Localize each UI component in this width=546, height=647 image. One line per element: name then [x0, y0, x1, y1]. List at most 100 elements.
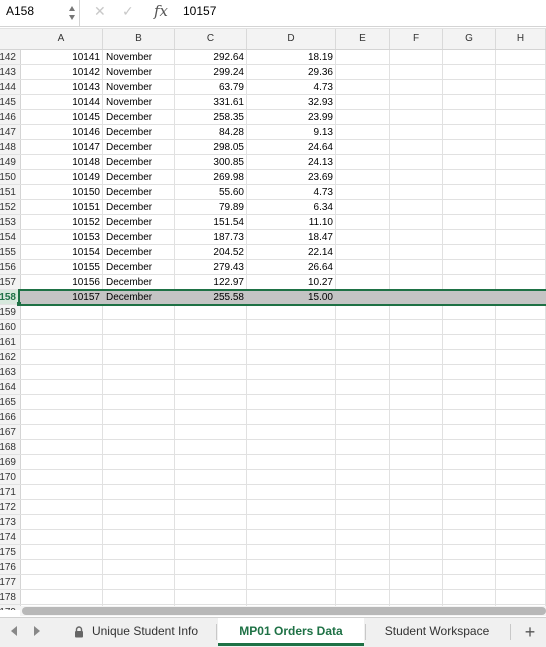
cell-b[interactable]: [103, 425, 175, 440]
cell-b[interactable]: [103, 455, 175, 470]
cell-a[interactable]: [20, 365, 103, 380]
cell-d[interactable]: 22.14: [247, 245, 336, 260]
row-header[interactable]: 165: [0, 395, 20, 410]
cell-d[interactable]: [247, 485, 336, 500]
cell-c[interactable]: 79.89: [175, 200, 247, 215]
cell-a[interactable]: 10145: [20, 110, 103, 125]
cell-d[interactable]: [247, 395, 336, 410]
tab-mp01-orders-data[interactable]: MP01 Orders Data: [218, 618, 364, 646]
cell-a[interactable]: 10154: [20, 245, 103, 260]
cell-d[interactable]: 10.27: [247, 275, 336, 290]
cell-a[interactable]: [20, 440, 103, 455]
prev-sheet-arrow-icon[interactable]: [11, 626, 17, 636]
cell-c[interactable]: [175, 440, 247, 455]
row-header[interactable]: 152: [0, 200, 20, 215]
row-header[interactable]: 176: [0, 560, 20, 575]
cell-c[interactable]: [175, 545, 247, 560]
cell-c[interactable]: 300.85: [175, 155, 247, 170]
row-header[interactable]: 171: [0, 485, 20, 500]
cell-b[interactable]: [103, 470, 175, 485]
row-header[interactable]: 173: [0, 515, 20, 530]
cell-b[interactable]: December: [103, 275, 175, 290]
name-box-stepper-icon[interactable]: [68, 3, 76, 23]
cell-d[interactable]: [247, 560, 336, 575]
cell-a[interactable]: [20, 320, 103, 335]
cell-a[interactable]: 10157: [20, 290, 103, 305]
cell-c[interactable]: [175, 590, 247, 605]
tab-student-workspace[interactable]: Student Workspace: [366, 618, 508, 646]
cell-a[interactable]: 10143: [20, 80, 103, 95]
cell-a[interactable]: [20, 500, 103, 515]
row-header[interactable]: 156: [0, 260, 20, 275]
cell-a[interactable]: [20, 470, 103, 485]
cell-c[interactable]: 151.54: [175, 215, 247, 230]
cell-c[interactable]: [175, 425, 247, 440]
row-header[interactable]: 157: [0, 275, 20, 290]
cell-c[interactable]: 84.28: [175, 125, 247, 140]
row-header[interactable]: 159: [0, 305, 20, 320]
cell-c[interactable]: [175, 500, 247, 515]
cell-c[interactable]: [175, 470, 247, 485]
cell-d[interactable]: [247, 545, 336, 560]
cell-b[interactable]: December: [103, 125, 175, 140]
cell-a[interactable]: [20, 545, 103, 560]
row-header[interactable]: 168: [0, 440, 20, 455]
cell-d[interactable]: [247, 350, 336, 365]
cell-c[interactable]: [175, 395, 247, 410]
column-header-b[interactable]: B: [103, 29, 175, 49]
tab-unique-student-info[interactable]: Unique Student Info: [58, 618, 214, 646]
cell-b[interactable]: December: [103, 155, 175, 170]
cell-d[interactable]: [247, 380, 336, 395]
cell-c[interactable]: 292.64: [175, 50, 247, 65]
row-header[interactable]: 154: [0, 230, 20, 245]
cell-c[interactable]: [175, 410, 247, 425]
cell-b[interactable]: [103, 335, 175, 350]
cell-a[interactable]: [20, 305, 103, 320]
cell-c[interactable]: [175, 515, 247, 530]
row-header[interactable]: 147: [0, 125, 20, 140]
cell-c[interactable]: 204.52: [175, 245, 247, 260]
cell-a[interactable]: 10153: [20, 230, 103, 245]
cell-d[interactable]: 18.19: [247, 50, 336, 65]
cell-a[interactable]: 10148: [20, 155, 103, 170]
formula-input[interactable]: 10157: [183, 4, 216, 18]
cell-b[interactable]: [103, 560, 175, 575]
cell-c[interactable]: [175, 350, 247, 365]
cell-d[interactable]: 15.00: [247, 290, 336, 305]
row-header[interactable]: 146: [0, 110, 20, 125]
add-sheet-button[interactable]: +: [520, 620, 540, 644]
row-header[interactable]: 178: [0, 590, 20, 605]
cell-c[interactable]: 55.60: [175, 185, 247, 200]
row-header[interactable]: 169: [0, 455, 20, 470]
cell-d[interactable]: [247, 440, 336, 455]
cell-c[interactable]: [175, 320, 247, 335]
cell-a[interactable]: 10147: [20, 140, 103, 155]
row-header[interactable]: 170: [0, 470, 20, 485]
cell-c[interactable]: [175, 365, 247, 380]
cell-b[interactable]: November: [103, 65, 175, 80]
row-header[interactable]: 149: [0, 155, 20, 170]
cell-a[interactable]: 10151: [20, 200, 103, 215]
cell-a[interactable]: 10144: [20, 95, 103, 110]
confirm-check-icon[interactable]: ✓: [122, 3, 134, 20]
cancel-x-icon[interactable]: ✕: [94, 3, 106, 20]
cell-b[interactable]: [103, 590, 175, 605]
horizontal-scrollbar[interactable]: [20, 606, 546, 616]
cell-d[interactable]: 4.73: [247, 185, 336, 200]
cell-b[interactable]: November: [103, 95, 175, 110]
cell-d[interactable]: [247, 410, 336, 425]
cell-c[interactable]: 63.79: [175, 80, 247, 95]
column-header-g[interactable]: G: [443, 29, 496, 49]
cell-a[interactable]: 10141: [20, 50, 103, 65]
cell-b[interactable]: December: [103, 290, 175, 305]
cell-c[interactable]: 299.24: [175, 65, 247, 80]
row-header[interactable]: 143: [0, 65, 20, 80]
cell-a[interactable]: 10152: [20, 215, 103, 230]
cell-a[interactable]: [20, 410, 103, 425]
cell-b[interactable]: December: [103, 245, 175, 260]
cell-c[interactable]: [175, 335, 247, 350]
cell-d[interactable]: [247, 515, 336, 530]
cell-d[interactable]: 6.34: [247, 200, 336, 215]
row-header[interactable]: 151: [0, 185, 20, 200]
cell-d[interactable]: [247, 305, 336, 320]
